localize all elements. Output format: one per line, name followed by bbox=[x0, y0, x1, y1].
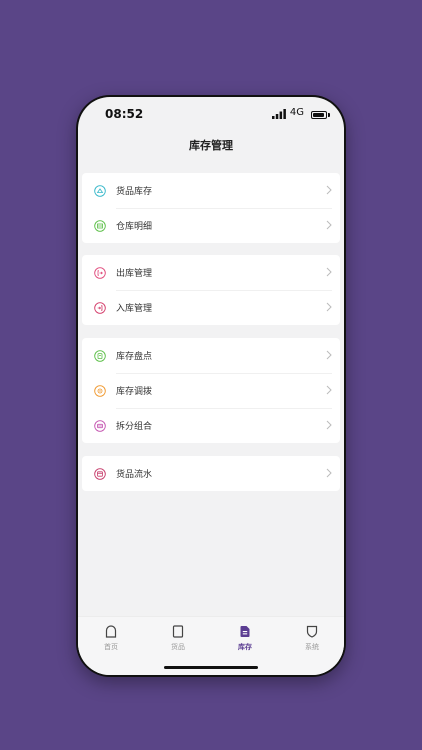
menu-item-outbound[interactable]: 出库管理 bbox=[82, 255, 340, 290]
battery-icon bbox=[311, 111, 327, 119]
tab-goods[interactable]: 货品 bbox=[158, 625, 198, 652]
chevron-right-icon bbox=[326, 185, 332, 195]
menu-item-label: 库存盘点 bbox=[116, 352, 153, 362]
status-bar: 08:52 4G bbox=[78, 97, 344, 133]
goods-flow-icon bbox=[94, 467, 106, 480]
tab-label: 库存 bbox=[238, 643, 252, 651]
tab-system[interactable]: 系统 bbox=[292, 625, 332, 652]
menu-item-label: 入库管理 bbox=[116, 304, 153, 314]
inventory-icon bbox=[240, 626, 250, 637]
menu-group-stock: 货品库存 仓库明细 bbox=[82, 173, 340, 243]
phone-frame: 08:52 4G 库存管理 货品库存 仓库明细 出库管理 入库管理 库存盘点 库… bbox=[76, 95, 346, 677]
outbound-icon bbox=[94, 266, 106, 279]
system-shield-icon bbox=[306, 625, 318, 638]
signal-icon bbox=[272, 109, 286, 119]
stocktake-icon bbox=[94, 349, 106, 362]
menu-item-label: 货品库存 bbox=[116, 187, 153, 197]
split-combine-icon bbox=[94, 419, 106, 432]
chevron-right-icon bbox=[326, 468, 332, 478]
home-indicator bbox=[164, 666, 258, 669]
menu-item-label: 货品流水 bbox=[116, 470, 153, 480]
status-time: 08:52 bbox=[105, 107, 144, 121]
menu-item-goods-flow[interactable]: 货品流水 bbox=[82, 456, 340, 491]
tab-home[interactable]: 首页 bbox=[91, 625, 131, 652]
menu-item-transfer[interactable]: 库存调拨 bbox=[82, 373, 340, 408]
menu-group-io: 出库管理 入库管理 bbox=[82, 255, 340, 325]
goods-icon bbox=[172, 625, 184, 638]
chevron-right-icon bbox=[326, 220, 332, 230]
menu-item-label: 仓库明细 bbox=[116, 222, 153, 232]
tab-label: 货品 bbox=[171, 643, 185, 651]
chevron-right-icon bbox=[326, 385, 332, 395]
inbound-icon bbox=[94, 301, 106, 314]
menu-item-stocktake[interactable]: 库存盘点 bbox=[82, 338, 340, 373]
warehouse-detail-icon bbox=[94, 219, 106, 232]
menu-item-label: 出库管理 bbox=[116, 269, 153, 279]
menu-item-label: 库存调拨 bbox=[116, 387, 153, 397]
tab-label: 首页 bbox=[104, 643, 118, 651]
chevron-right-icon bbox=[326, 350, 332, 360]
home-icon bbox=[105, 625, 117, 638]
page-title: 库存管理 bbox=[189, 139, 233, 152]
transfer-icon bbox=[94, 384, 106, 397]
battery-nub bbox=[328, 113, 330, 117]
tab-inventory[interactable]: 库存 bbox=[225, 625, 265, 652]
menu-item-inbound[interactable]: 入库管理 bbox=[82, 290, 340, 325]
menu-group-operations: 库存盘点 库存调拨 拆分组合 bbox=[82, 338, 340, 443]
chevron-right-icon bbox=[326, 302, 332, 312]
menu-group-flow: 货品流水 bbox=[82, 456, 340, 491]
menu-item-split-combine[interactable]: 拆分组合 bbox=[82, 408, 340, 443]
tab-label: 系统 bbox=[305, 643, 319, 651]
chevron-right-icon bbox=[326, 267, 332, 277]
bottom-tab-bar: 首页 货品 库存 系统 bbox=[78, 616, 344, 675]
goods-stock-icon bbox=[94, 184, 106, 197]
chevron-right-icon bbox=[326, 420, 332, 430]
menu-item-warehouse-detail[interactable]: 仓库明细 bbox=[82, 208, 340, 243]
network-label: 4G bbox=[289, 107, 304, 118]
app-screen: 08:52 4G 库存管理 货品库存 仓库明细 出库管理 入库管理 库存盘点 库… bbox=[78, 97, 344, 675]
menu-item-label: 拆分组合 bbox=[116, 422, 153, 432]
menu-item-goods-stock[interactable]: 货品库存 bbox=[82, 173, 340, 208]
